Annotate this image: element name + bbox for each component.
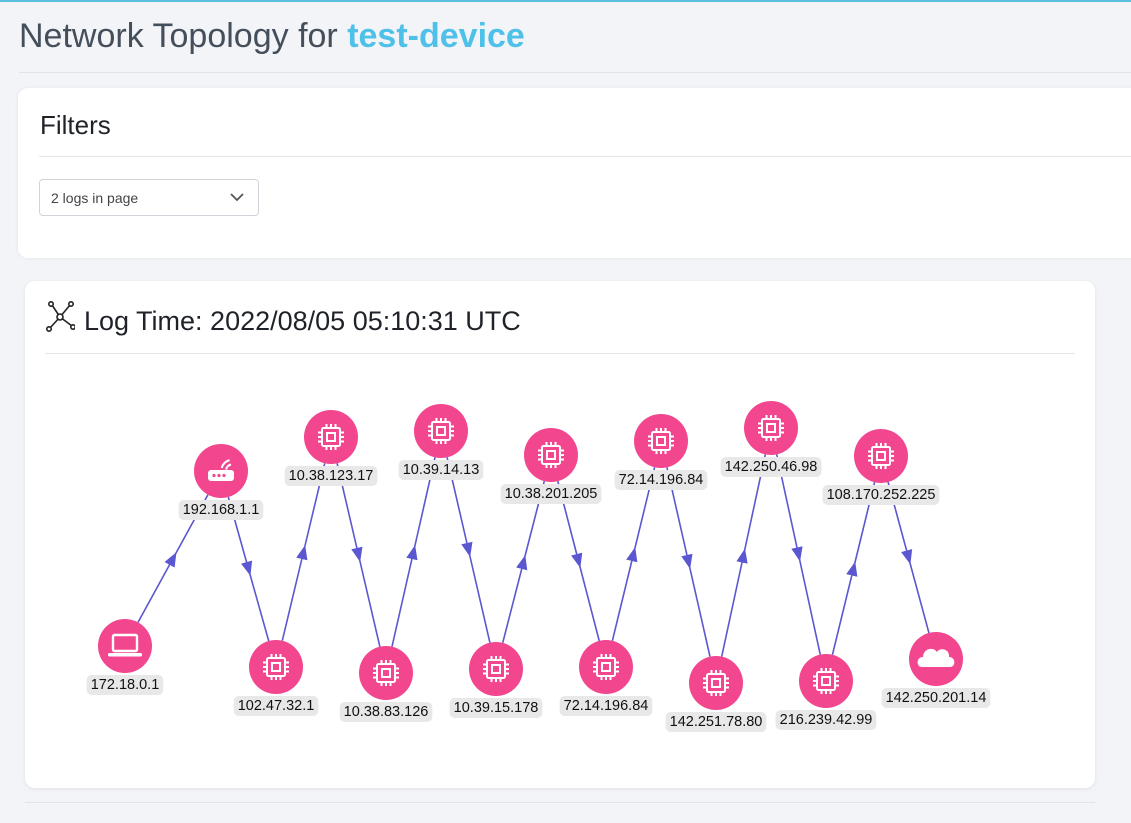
node-circle[interactable] — [469, 642, 523, 696]
topology-edge — [720, 454, 767, 657]
topology-node[interactable]: 142.251.78.80 — [665, 656, 767, 732]
topology-node[interactable]: 142.250.201.14 — [881, 632, 991, 708]
topology-node[interactable]: 108.170.252.225 — [822, 429, 940, 505]
topology-node[interactable]: 102.47.32.1 — [233, 640, 319, 716]
topology-edge — [611, 467, 656, 641]
node-circle[interactable] — [249, 640, 303, 694]
topology-edge — [501, 480, 546, 644]
topology-node[interactable]: 72.14.196.84 — [559, 640, 653, 716]
topology-graph[interactable]: 172.18.0.1 192.168.1.1 102.47.32.1 10.38… — [25, 281, 1095, 788]
topology-node[interactable]: 10.38.201.205 — [500, 428, 602, 504]
node-label: 172.18.0.1 — [91, 677, 160, 693]
topology-node[interactable]: 10.39.14.13 — [398, 404, 484, 480]
topology-edge — [281, 463, 326, 641]
node-label: 10.38.201.205 — [505, 486, 598, 502]
node-label: 102.47.32.1 — [238, 698, 315, 714]
node-label: 72.14.196.84 — [564, 698, 649, 714]
topology-edge — [831, 482, 876, 655]
topology-edge — [666, 467, 711, 657]
topology-node[interactable]: 172.18.0.1 — [86, 619, 164, 695]
node-circle[interactable] — [414, 404, 468, 458]
node-label: 192.168.1.1 — [183, 502, 260, 518]
topology-edge — [336, 463, 381, 647]
topology-edge — [446, 457, 491, 643]
node-label: 142.250.46.98 — [725, 459, 818, 475]
topology-edge — [557, 480, 600, 642]
topology-node[interactable]: 142.250.46.98 — [720, 401, 822, 477]
node-label: 142.251.78.80 — [670, 714, 763, 730]
node-circle[interactable] — [854, 429, 908, 483]
logs-per-page-value: 2 logs in page — [51, 190, 139, 206]
topology-card: Log Time: 2022/08/05 05:10:31 UTC 172.18… — [25, 281, 1095, 788]
topology-node[interactable]: 10.38.123.17 — [284, 410, 378, 486]
device-name[interactable]: test-device — [347, 17, 525, 55]
node-label: 10.39.14.13 — [403, 462, 480, 478]
filters-card: Filters 2 logs in page — [18, 88, 1131, 258]
filters-divider — [39, 156, 1131, 157]
node-label: 10.39.15.178 — [454, 700, 539, 716]
node-circle[interactable] — [359, 646, 413, 700]
topology-node[interactable]: 192.168.1.1 — [178, 444, 264, 520]
node-label: 10.38.123.17 — [289, 468, 374, 484]
node-label: 216.239.42.99 — [780, 712, 873, 728]
topology-node[interactable]: 10.38.83.126 — [339, 646, 433, 722]
node-circle[interactable] — [744, 401, 798, 455]
topology-node[interactable]: 10.39.15.178 — [449, 642, 543, 718]
node-circle[interactable] — [524, 428, 578, 482]
node-circle[interactable] — [799, 654, 853, 708]
page-title: Network Topology for test-device — [19, 16, 1131, 56]
node-label: 108.170.252.225 — [827, 487, 936, 503]
node-label: 142.250.201.14 — [886, 690, 987, 706]
node-circle[interactable] — [579, 640, 633, 694]
page-header: Network Topology for test-device — [19, 16, 1131, 73]
page-title-prefix: Network Topology for — [19, 17, 338, 55]
topology-node[interactable]: 216.239.42.99 — [775, 654, 877, 730]
topology-edge — [391, 457, 436, 647]
node-label: 72.14.196.84 — [619, 472, 704, 488]
bottom-divider — [25, 802, 1095, 803]
chevron-down-icon — [230, 193, 244, 202]
node-label: 10.38.83.126 — [344, 704, 429, 720]
filters-title: Filters — [40, 110, 111, 140]
node-circle[interactable] — [98, 619, 152, 673]
logs-per-page-select[interactable]: 2 logs in page — [39, 179, 259, 216]
topology-node[interactable]: 72.14.196.84 — [614, 414, 708, 490]
node-circle[interactable] — [634, 414, 688, 468]
node-circle[interactable] — [304, 410, 358, 464]
node-circle[interactable] — [689, 656, 743, 710]
topology-edge — [775, 454, 822, 655]
